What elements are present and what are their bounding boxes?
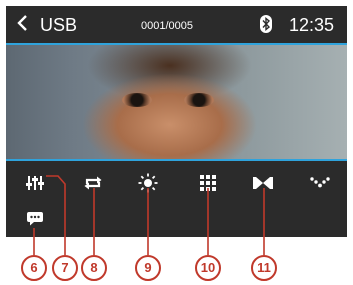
repeat-button[interactable] [78, 171, 108, 195]
clock: 12:35 [289, 15, 335, 35]
bluetooth-icon [260, 15, 272, 33]
photo-detail [122, 93, 152, 107]
grid-view-button[interactable] [193, 171, 223, 195]
fit-screen-button[interactable] [248, 171, 278, 195]
grid-icon [199, 174, 216, 191]
back-button[interactable] [16, 14, 28, 36]
speech-bubble-icon [27, 212, 43, 226]
control-bar [6, 161, 347, 237]
source-label: USB [40, 15, 78, 35]
callout-6: 6 [21, 255, 47, 281]
callout-11: 11 [251, 255, 277, 281]
chevron-left-icon [17, 15, 27, 31]
callout-9: 9 [135, 255, 161, 281]
callout-7: 7 [52, 255, 78, 281]
sliders-icon [26, 176, 44, 190]
photo-viewer[interactable] [6, 45, 347, 159]
track-counter: 0001/0005 [141, 20, 193, 32]
brightness-button[interactable] [133, 171, 163, 195]
callout-10: 10 [195, 255, 221, 281]
more-button[interactable] [305, 171, 335, 195]
sun-icon [138, 173, 158, 193]
equalizer-button[interactable] [20, 171, 50, 195]
fit-icon [253, 177, 273, 189]
dots-chevron-icon [310, 177, 330, 188]
status-bar: USB 0001/0005 12:35 [6, 6, 347, 43]
callout-8: 8 [81, 255, 107, 281]
info-button[interactable] [20, 207, 50, 231]
photo-detail [184, 93, 214, 107]
repeat-icon [84, 176, 102, 190]
usb-photo-screen: USB 0001/0005 12:35 [6, 6, 347, 237]
